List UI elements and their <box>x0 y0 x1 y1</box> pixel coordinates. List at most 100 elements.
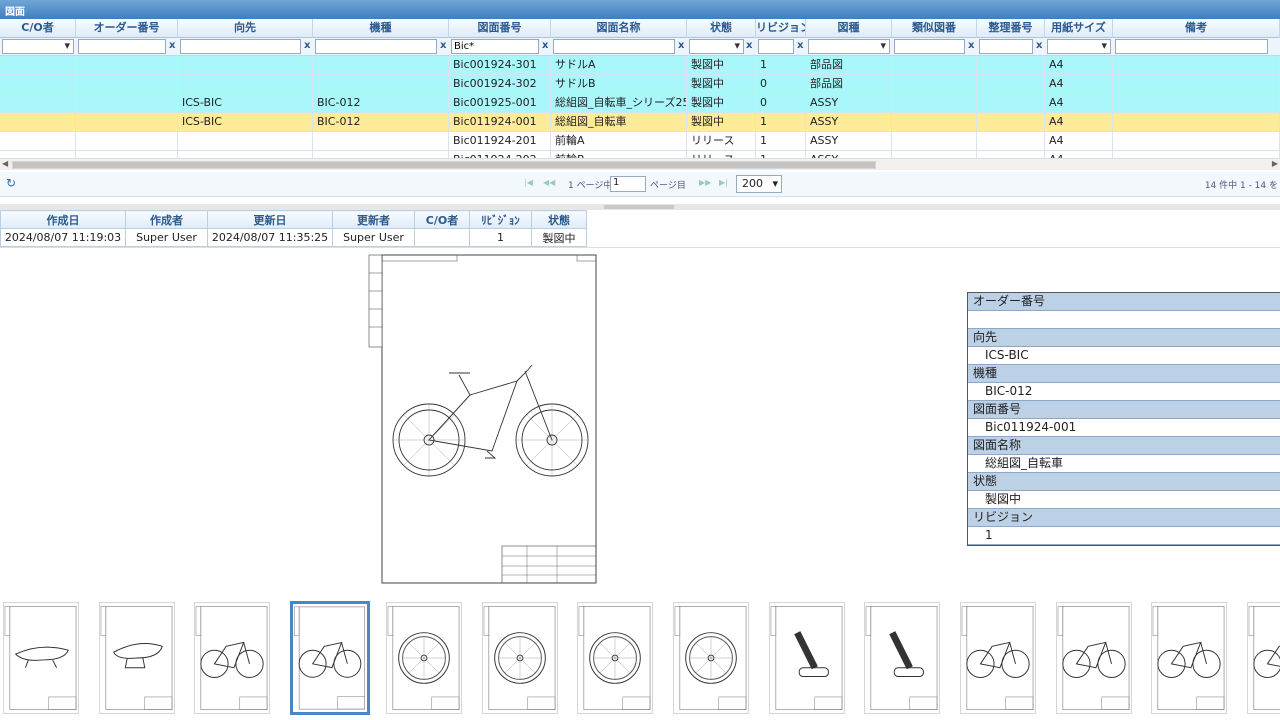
clear-filter-icon[interactable]: x <box>797 40 803 51</box>
clear-filter-icon[interactable]: x <box>746 40 752 51</box>
cell-note <box>1113 151 1280 158</box>
column-header[interactable]: 機種 <box>313 19 449 38</box>
cell-model <box>313 75 449 94</box>
cell-order <box>76 151 178 158</box>
thumbnail[interactable] <box>577 602 654 714</box>
horizontal-scrollbar[interactable]: ◀ ▶ <box>0 158 1280 170</box>
filter-input[interactable] <box>315 39 437 54</box>
thumbnail[interactable] <box>768 602 845 714</box>
thumbnail[interactable] <box>672 602 749 714</box>
scroll-right-icon[interactable]: ▶ <box>1272 159 1278 168</box>
table-row[interactable]: Bic001924-302 サドルB 製図中 0 部品図 A4 <box>0 75 1280 94</box>
cell-model: BIC-012 <box>313 113 449 132</box>
cell-similar <box>892 132 977 151</box>
cell-type: 部品図 <box>806 56 892 75</box>
splitter-grip[interactable] <box>604 205 674 209</box>
thumbnail[interactable] <box>1151 602 1228 714</box>
thumbnail[interactable] <box>385 602 462 714</box>
cell-rev: 1 <box>756 132 806 151</box>
filter-input[interactable] <box>1115 39 1268 54</box>
column-header[interactable]: 備考 <box>1113 19 1280 38</box>
column-header[interactable]: 状態 <box>687 19 756 38</box>
filter-cell: x <box>758 39 804 55</box>
cell-similar <box>892 75 977 94</box>
cell-name: 前輪A <box>551 132 687 151</box>
column-header[interactable]: 図種 <box>806 19 892 38</box>
table-row[interactable]: ICS-BIC BIC-012 Bic001925-001 総組図_自転車_シリーズ2… <box>0 94 1280 113</box>
table-row[interactable]: Bic011924-202前輪Bリリース1ASSY A4 <box>0 151 1280 158</box>
info-header: 作成者 <box>125 210 208 229</box>
page-prefix: 1 ページ中 <box>568 181 613 191</box>
filter-cell: x <box>894 39 975 55</box>
clear-filter-icon[interactable]: x <box>169 40 175 51</box>
next-page-icon[interactable]: ▶▶ <box>699 178 711 187</box>
column-header[interactable]: C/O者 <box>0 19 76 38</box>
column-header[interactable]: 用紙サイズ <box>1045 19 1113 38</box>
filter-input[interactable] <box>451 39 539 54</box>
clear-filter-icon[interactable]: x <box>1036 40 1042 51</box>
last-page-icon[interactable]: ▶| <box>719 178 728 187</box>
prev-page-icon[interactable]: ◀◀ <box>543 178 555 187</box>
cell-note <box>1113 132 1280 151</box>
page-number-input[interactable]: 1 <box>610 176 646 192</box>
property-value: 1 <box>968 527 1280 545</box>
clear-filter-icon[interactable]: x <box>542 40 548 51</box>
filter-status-picker[interactable] <box>689 39 744 54</box>
column-header[interactable]: リビジョン <box>756 19 806 38</box>
cell-number: Bic001924-301 <box>449 56 551 75</box>
info-header: ﾘﾋﾞｼﾞｮﾝ <box>469 210 532 229</box>
thumbnail-selected[interactable] <box>290 601 371 715</box>
cell-rev: 1 <box>756 113 806 132</box>
thumbnail[interactable] <box>98 602 175 714</box>
thumbnail[interactable] <box>194 602 271 714</box>
cell-paper: A4 <box>1045 94 1113 113</box>
scroll-left-icon[interactable]: ◀ <box>2 159 8 168</box>
column-header[interactable]: 整理番号 <box>977 19 1045 38</box>
cell-paper: A4 <box>1045 56 1113 75</box>
table-row-selected[interactable]: ICS-BIC BIC-012 Bic011924-001 総組図_自転車 製図中 1 AS… <box>0 113 1280 132</box>
cell-type: ASSY <box>806 132 892 151</box>
cell-similar <box>892 56 977 75</box>
thumbnail-strip <box>0 600 1280 720</box>
clear-filter-icon[interactable]: x <box>304 40 310 51</box>
cell-ref <box>977 94 1045 113</box>
thumbnail[interactable] <box>864 602 941 714</box>
thumbnail[interactable] <box>1055 602 1132 714</box>
filter-select[interactable] <box>808 39 890 54</box>
column-header[interactable]: 図面名称 <box>551 19 687 38</box>
filter-input[interactable] <box>180 39 301 54</box>
filter-cell: x <box>78 39 176 55</box>
property-label: 機種 <box>968 365 1280 383</box>
filter-select[interactable] <box>2 39 74 54</box>
filter-input[interactable] <box>553 39 675 54</box>
cell-dest <box>178 132 313 151</box>
clear-filter-icon[interactable]: x <box>968 40 974 51</box>
column-header[interactable]: 向先 <box>178 19 313 38</box>
thumbnail-drawing <box>1153 606 1225 710</box>
refresh-icon[interactable]: ↻ <box>6 176 16 190</box>
filter-select[interactable] <box>1047 39 1111 54</box>
table-row[interactable]: Bic001924-301 サドルA 製図中 1 部品図 A4 <box>0 56 1280 75</box>
clear-filter-icon[interactable]: x <box>440 40 446 51</box>
column-header[interactable]: 類似図番 <box>892 19 977 38</box>
page-size-select[interactable]: 200 <box>736 175 782 193</box>
clear-filter-icon[interactable]: x <box>678 40 684 51</box>
thumbnail[interactable] <box>3 602 79 714</box>
filter-input[interactable] <box>758 39 794 54</box>
table-row[interactable]: Bic011924-201 前輪A リリース 1 ASSY A4 <box>0 132 1280 151</box>
column-header[interactable]: オーダー番号 <box>76 19 178 38</box>
cell-model: BIC-012 <box>313 94 449 113</box>
filter-input[interactable] <box>78 39 166 54</box>
thumbnail-drawing <box>483 606 555 710</box>
filter-input[interactable] <box>979 39 1033 54</box>
scrollbar-thumb[interactable] <box>12 161 876 169</box>
thumbnail[interactable] <box>1247 602 1280 714</box>
first-page-icon[interactable]: |◀ <box>524 178 533 187</box>
thumbnail[interactable] <box>960 602 1036 714</box>
column-header[interactable]: 図面番号 <box>449 19 551 38</box>
thumbnail[interactable] <box>481 602 558 714</box>
cell-note <box>1113 113 1280 132</box>
cell-name: 前輪B <box>551 151 687 158</box>
filter-input[interactable] <box>894 39 965 54</box>
cell-dest <box>178 56 313 75</box>
